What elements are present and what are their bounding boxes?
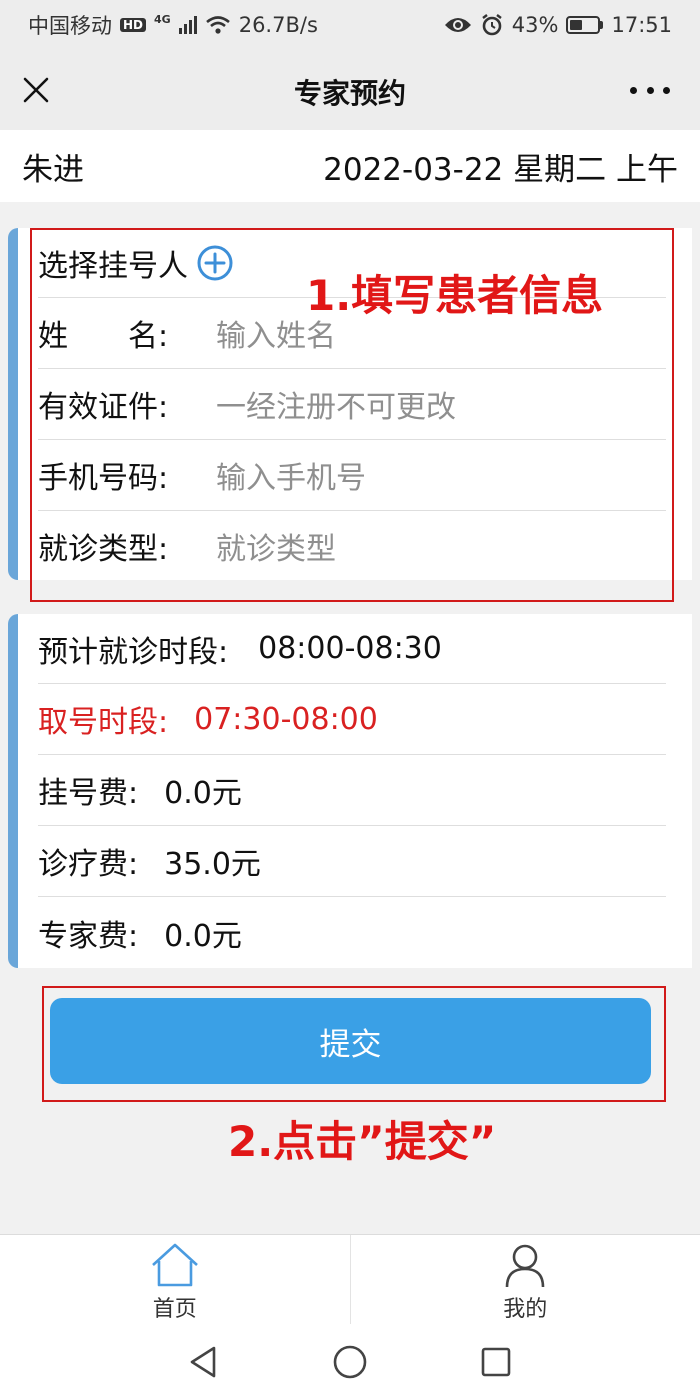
pickup-time-value: 07:30-08:00 xyxy=(194,701,378,737)
alarm-icon xyxy=(482,14,502,36)
expert-fee-row: 专家费: 0.0元 xyxy=(38,897,666,968)
appointment-date: 2022-03-22 星期二 上午 xyxy=(323,151,678,188)
annotation-step1: 1.填写患者信息 xyxy=(306,271,604,320)
tab-home-label: 首页 xyxy=(152,1297,197,1322)
treat-fee-label: 诊疗费: xyxy=(38,847,139,882)
pickup-time-label: 取号时段: xyxy=(38,705,169,740)
tab-home[interactable]: 首页 xyxy=(0,1235,350,1324)
home-circle-icon[interactable] xyxy=(332,1344,368,1380)
treat-fee-value: 35.0元 xyxy=(164,847,261,882)
page-title: 专家预约 xyxy=(293,77,406,110)
battery-icon xyxy=(566,16,604,34)
network-type: 4G xyxy=(154,12,171,26)
annotation-step2: 2.点击”提交” xyxy=(228,1117,497,1166)
home-icon xyxy=(151,1243,198,1287)
status-right: 43% 17:51 xyxy=(444,13,672,37)
pickup-time-row: 取号时段: 07:30-08:00 xyxy=(38,684,666,755)
tab-mine-label: 我的 xyxy=(503,1297,548,1322)
visit-time-label: 预计就诊时段: xyxy=(38,634,229,670)
appointment-card: 预计就诊时段: 08:00-08:30 取号时段: 07:30-08:00 挂号… xyxy=(8,614,692,968)
status-bar: 中国移动 HD 4G 26.7B/s 43% 17:51 xyxy=(0,0,700,50)
expert-fee-value: 0.0元 xyxy=(164,918,242,954)
doctor-name: 朱进 xyxy=(22,151,84,188)
signal-icon xyxy=(178,16,197,34)
system-nav-bar xyxy=(0,1324,700,1400)
expert-fee-label: 专家费: xyxy=(38,918,139,954)
network-speed: 26.7B/s xyxy=(238,13,318,37)
status-left: 中国移动 HD 4G 26.7B/s xyxy=(28,10,318,40)
more-icon[interactable] xyxy=(630,84,670,96)
tab-bar: 首页 我的 xyxy=(0,1234,700,1324)
treat-fee-row: 诊疗费: 35.0元 xyxy=(38,826,666,897)
carrier-text: 中国移动 xyxy=(28,14,112,38)
reg-fee-label: 挂号费: xyxy=(38,776,139,811)
eye-icon xyxy=(444,18,471,32)
recents-icon[interactable] xyxy=(478,1344,514,1380)
battery-percent: 43% xyxy=(511,13,559,37)
reg-fee-row: 挂号费: 0.0元 xyxy=(38,755,666,826)
back-icon[interactable] xyxy=(186,1344,222,1380)
visit-time-value: 08:00-08:30 xyxy=(258,631,442,666)
clock: 17:51 xyxy=(611,13,672,37)
annotation-box-2 xyxy=(42,986,666,1102)
visit-time-row: 预计就诊时段: 08:00-08:30 xyxy=(38,614,666,684)
reg-fee-value: 0.0元 xyxy=(164,776,242,811)
doctor-info-row: 朱进 2022-03-22 星期二 上午 xyxy=(0,130,700,202)
wifi-icon xyxy=(205,16,230,34)
nav-bar: 专家预约 xyxy=(0,50,700,130)
hd-badge: HD xyxy=(120,18,147,32)
tab-mine[interactable]: 我的 xyxy=(349,1235,700,1324)
user-icon xyxy=(505,1244,545,1288)
